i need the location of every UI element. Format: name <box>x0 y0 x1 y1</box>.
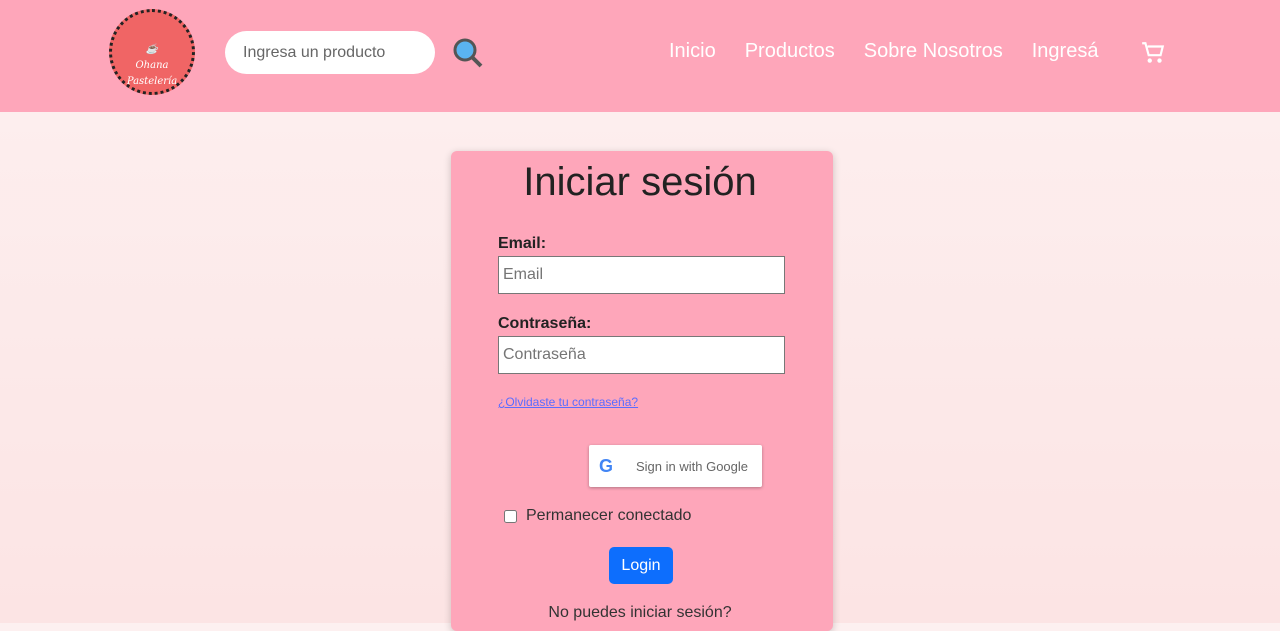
header: ☕OhanaPastelería Inicio Productos Sobre … <box>0 0 1280 112</box>
forgot-password-link[interactable]: ¿Olvidaste tu contraseña? <box>498 395 638 409</box>
email-field[interactable] <box>498 256 785 294</box>
page-title: Iniciar sesión <box>523 160 757 204</box>
nav-sobre-nosotros[interactable]: Sobre Nosotros <box>864 40 1003 63</box>
logo[interactable]: ☕ Ohana Pastelería <box>109 9 195 95</box>
login-button[interactable]: Login <box>609 547 673 584</box>
nav-ingresa[interactable]: Ingresá <box>1032 40 1099 63</box>
nav-productos[interactable]: Productos <box>745 40 835 63</box>
cart-icon[interactable] <box>1140 40 1166 66</box>
email-label: Email: <box>498 235 547 252</box>
password-label: Contraseña: <box>498 315 592 332</box>
search-input[interactable] <box>225 31 435 74</box>
search-icon[interactable] <box>452 37 484 69</box>
cant-login-link[interactable]: No puedes iniciar sesión? <box>0 604 1280 622</box>
remember-checkbox[interactable] <box>504 510 517 523</box>
google-signin-label: Sign in with Google <box>636 458 749 474</box>
google-icon: G <box>599 455 614 476</box>
remember-label: Permanecer conectado <box>526 507 692 524</box>
nav-inicio[interactable]: Inicio <box>669 40 716 63</box>
password-field[interactable] <box>498 336 785 374</box>
main-nav: Inicio Productos Sobre Nosotros Ingresá <box>669 40 1098 63</box>
google-signin-button[interactable]: G Sign in with Google <box>589 445 762 487</box>
